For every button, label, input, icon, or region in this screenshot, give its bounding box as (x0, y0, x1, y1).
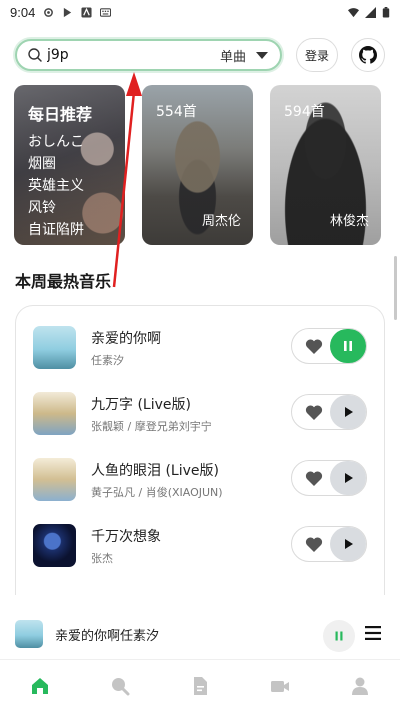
mini-player-title: 亲爱的你啊任素汐 (55, 629, 160, 644)
signal-icon (365, 6, 376, 18)
status-time: 9:04 (10, 4, 36, 20)
artist-card-jay[interactable]: 554首 周杰伦 (142, 85, 253, 245)
heart-icon[interactable] (305, 536, 323, 553)
song-cover (33, 326, 76, 369)
song-title: 人鱼的眼泪 (Live版) (91, 463, 219, 479)
song-cover (33, 458, 76, 501)
play-button[interactable] (330, 395, 366, 429)
hot-song-list: 亲爱的你啊 任素汐 九万字 (Live版) 张靓颖 / 摩登兄弟刘宇宁 人鱼的眼… (15, 305, 385, 595)
scrollbar[interactable] (394, 256, 397, 320)
search-input[interactable] (47, 47, 197, 63)
play-store-status-icon (64, 7, 72, 17)
daily-recommend-card[interactable]: 每日推荐 おしんこ 烟圈 英雄主义 风铃 自证陷阱 (14, 85, 125, 245)
daily-item: 自证陷阱 (28, 222, 84, 238)
battery-icon (382, 6, 390, 18)
song-cover (33, 392, 76, 435)
heart-icon[interactable] (305, 338, 323, 355)
song-count: 554首 (156, 104, 197, 120)
song-artist: 张靓颖 / 摩登兄弟刘宇宁 (91, 420, 212, 433)
recommend-cards: 每日推荐 おしんこ 烟圈 英雄主义 风铃 自证陷阱 554首 周杰伦 594首 … (14, 85, 386, 245)
song-count: 594首 (284, 104, 325, 120)
daily-item: 风铃 (28, 200, 56, 216)
search-icon (28, 48, 42, 62)
search-icon (112, 678, 130, 696)
user-icon (352, 677, 368, 695)
artist-name: 林俊杰 (329, 214, 369, 229)
github-button[interactable] (351, 38, 385, 72)
github-icon (359, 46, 377, 64)
mini-pause-button[interactable] (323, 620, 355, 652)
nav-library[interactable] (160, 662, 240, 710)
search-type-label: 单曲 (219, 49, 246, 65)
wifi-icon (348, 7, 359, 17)
nav-profile[interactable] (320, 662, 400, 710)
song-row[interactable]: 亲爱的你啊 任素汐 (16, 326, 384, 392)
search-row: 单曲 登录 (15, 38, 385, 72)
play-button[interactable] (330, 527, 366, 561)
document-icon (194, 677, 207, 695)
song-title: 亲爱的你啊 (91, 331, 161, 347)
video-icon (271, 681, 289, 692)
daily-song-list: おしんこ 烟圈 英雄主义 风铃 自证陷阱 (28, 131, 84, 241)
status-bar: 9:04 (0, 0, 400, 24)
section-title: 本周最热音乐 (15, 272, 112, 291)
song-controls (291, 394, 367, 430)
song-title: 九万字 (Live版) (91, 397, 191, 413)
artist-card-jj[interactable]: 594首 林俊杰 (270, 85, 381, 245)
nav-video[interactable] (240, 662, 320, 710)
search-box[interactable]: 单曲 (15, 39, 282, 71)
daily-item: おしんこ (28, 134, 84, 150)
song-controls (291, 526, 367, 562)
heart-icon[interactable] (305, 404, 323, 421)
caret-down-icon (256, 51, 268, 59)
song-artist: 任素汐 (91, 354, 124, 367)
daily-item: 英雄主义 (28, 178, 84, 194)
bottom-nav (0, 662, 400, 710)
nav-home[interactable] (0, 662, 80, 710)
artist-name: 周杰伦 (201, 214, 241, 229)
home-icon (32, 678, 48, 694)
song-artist: 张杰 (91, 552, 113, 565)
daily-item: 烟圈 (28, 156, 56, 172)
song-cover (33, 524, 76, 567)
play-icon (345, 539, 353, 549)
mini-player[interactable]: 亲爱的你啊任素汐 (0, 600, 400, 660)
pause-icon (344, 341, 352, 351)
heart-icon[interactable] (305, 470, 323, 487)
song-row[interactable]: 九万字 (Live版) 张靓颖 / 摩登兄弟刘宇宁 (16, 392, 384, 458)
pause-icon (335, 631, 343, 641)
daily-title: 每日推荐 (28, 105, 93, 124)
mini-player-cover (15, 620, 43, 648)
keyboard-status-icon (100, 7, 112, 17)
play-button[interactable] (330, 461, 366, 495)
song-title: 千万次想象 (91, 529, 161, 545)
song-row[interactable]: 千万次想象 张杰 (16, 524, 384, 590)
song-row[interactable]: 人鱼的眼泪 (Live版) 黄子弘凡 / 肖俊(XIAOJUN) (16, 458, 384, 524)
login-button[interactable]: 登录 (296, 38, 338, 72)
playlist-menu-icon[interactable] (365, 626, 381, 640)
song-controls (291, 460, 367, 496)
song-artist: 黄子弘凡 / 肖俊(XIAOJUN) (91, 486, 223, 499)
search-type-dropdown[interactable]: 单曲 (220, 46, 268, 65)
settings-status-icon (44, 7, 54, 17)
font-status-icon (81, 6, 92, 18)
nav-search[interactable] (80, 662, 160, 710)
play-icon (345, 473, 353, 483)
play-icon (345, 407, 353, 417)
pause-button[interactable] (330, 329, 366, 363)
song-controls (291, 328, 367, 364)
